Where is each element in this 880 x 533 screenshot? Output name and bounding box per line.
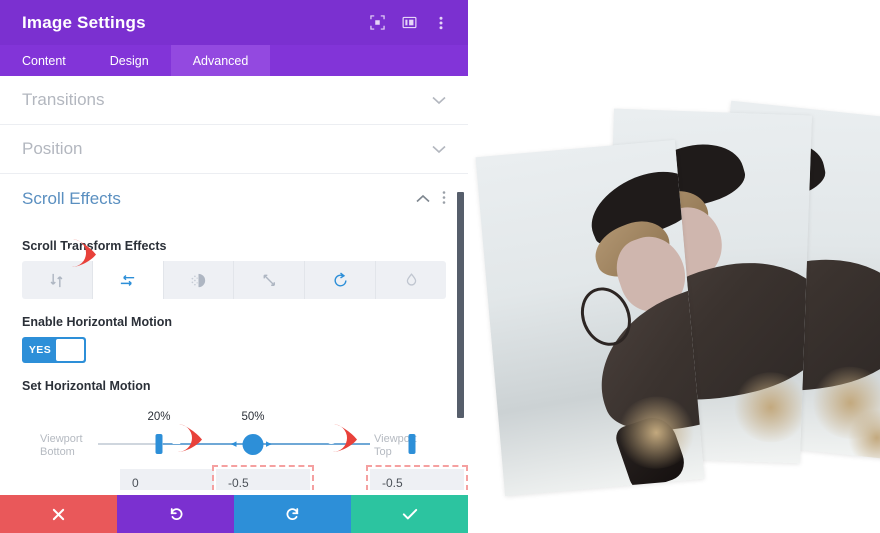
page-title: Image Settings bbox=[22, 12, 146, 32]
accordion-position-label: Position bbox=[22, 139, 83, 158]
save-button[interactable] bbox=[351, 495, 468, 533]
mid-offset-field[interactable]: -0.5 bbox=[212, 465, 314, 490]
tab-content[interactable]: Content bbox=[0, 45, 88, 76]
set-horizontal-motion-label: Set Horizontal Motion bbox=[22, 379, 151, 393]
accordion-position[interactable]: Position bbox=[0, 125, 468, 174]
callout-badge-3: 3 bbox=[327, 424, 357, 452]
svg-text:3: 3 bbox=[327, 431, 336, 448]
panel-header: Image Settings bbox=[0, 0, 468, 45]
mid-arrow-right-icon: ▸ bbox=[266, 438, 272, 450]
accordion-scroll-effects-label: Scroll Effects bbox=[22, 188, 121, 208]
panel-body: Transitions Position Scroll Effects Scro… bbox=[0, 76, 468, 490]
photo-card-1 bbox=[475, 139, 705, 497]
mid-percent-label: 50% bbox=[241, 411, 265, 423]
ending-offset-field[interactable]: -0.5 bbox=[366, 465, 468, 490]
mid-arrow-left-icon: ◂ bbox=[231, 438, 237, 450]
viewport-bottom-line1: Viewport bbox=[40, 433, 83, 445]
enable-horizontal-motion-label: Enable Horizontal Motion bbox=[22, 315, 172, 329]
fade-in-out-icon[interactable] bbox=[164, 261, 235, 299]
toggle-knob bbox=[56, 339, 84, 361]
slider-handle-end[interactable] bbox=[408, 434, 416, 454]
image-preview-area bbox=[468, 0, 880, 533]
scroll-effects-section: Scroll Transform Effects Enable Horizont… bbox=[0, 239, 468, 490]
starting-offset-field[interactable]: 0 bbox=[120, 469, 214, 490]
viewport-bottom-label: Viewport Bottom bbox=[40, 433, 100, 459]
scroll-effects-kebab-icon[interactable] bbox=[442, 190, 446, 207]
accordion-transitions[interactable]: Transitions bbox=[0, 76, 468, 125]
panel-footer bbox=[0, 495, 468, 533]
offsets-row: 0 Starting Offset -0.5 Mid Offset -0.5 bbox=[22, 465, 468, 490]
tab-design[interactable]: Design bbox=[88, 45, 171, 76]
discard-button[interactable] bbox=[0, 495, 117, 533]
ending-offset-group: -0.5 Ending Offset bbox=[366, 465, 468, 490]
panel-tabs: Content Design Advanced bbox=[0, 45, 468, 76]
chevron-down-icon bbox=[432, 143, 446, 156]
redo-button[interactable] bbox=[234, 495, 351, 533]
scaling-up-down-icon[interactable] bbox=[234, 261, 306, 299]
callout-badge-2: 2 bbox=[172, 424, 202, 452]
enable-horizontal-motion-toggle[interactable]: YES bbox=[22, 337, 86, 363]
photo-content-1 bbox=[475, 139, 705, 497]
mid-offset-group: -0.5 Mid Offset bbox=[212, 465, 314, 490]
viewport-bottom-line2: Bottom bbox=[40, 446, 75, 458]
panel-scrollbar[interactable] bbox=[457, 192, 464, 418]
rotating-icon[interactable] bbox=[305, 261, 377, 299]
callout-badge-1: 1 bbox=[66, 239, 96, 267]
focus-target-icon[interactable] bbox=[364, 10, 390, 36]
svg-text:1: 1 bbox=[66, 246, 75, 263]
accordion-scroll-effects[interactable]: Scroll Effects bbox=[0, 174, 468, 223]
kebab-menu-icon[interactable] bbox=[428, 10, 454, 36]
accordion-transitions-label: Transitions bbox=[22, 90, 105, 109]
layout-columns-icon[interactable] bbox=[396, 10, 422, 36]
undo-button[interactable] bbox=[117, 495, 234, 533]
slider-handle-mid[interactable] bbox=[242, 434, 264, 455]
toggle-value: YES bbox=[28, 344, 52, 356]
tab-advanced[interactable]: Advanced bbox=[170, 45, 271, 76]
chevron-up-icon[interactable] bbox=[416, 192, 430, 205]
viewport-top-label: Viewport Top bbox=[374, 433, 434, 459]
svg-text:2: 2 bbox=[172, 431, 181, 448]
starting-offset-group: 0 Starting Offset bbox=[120, 469, 214, 490]
chevron-down-icon bbox=[432, 94, 446, 107]
blur-icon[interactable] bbox=[376, 261, 446, 299]
